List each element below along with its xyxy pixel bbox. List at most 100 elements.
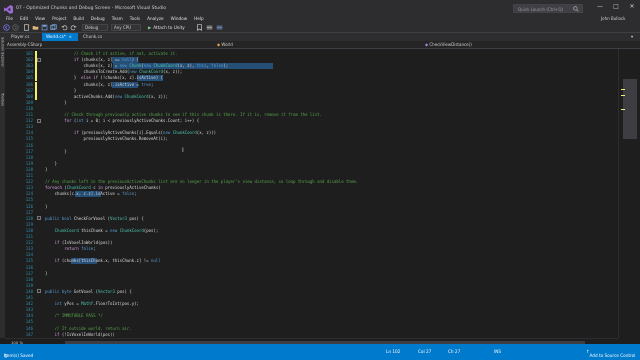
line-number-147: 147 xyxy=(25,331,33,337)
code-line[interactable]: if (chunks[thisChunk.x, thisChunk.z] != … xyxy=(45,258,161,263)
code-line[interactable]: chunksToCreate.Add(new ChunkCoord(x, z))… xyxy=(45,69,183,74)
line-number-111: 111 xyxy=(25,112,33,117)
close-tab-icon[interactable]: ✕ xyxy=(69,35,72,39)
line-number-118: 118 xyxy=(25,154,33,160)
line-number-123: 123 xyxy=(25,185,33,191)
line-number-136: 136 xyxy=(25,264,33,270)
add-to-source-control-button[interactable]: ↑ Add to Source Control xyxy=(586,349,635,359)
new-project-icon[interactable] xyxy=(23,24,30,31)
code-line[interactable]: foreach (ChunkCoord c in previouslyActiv… xyxy=(45,185,161,190)
code-line[interactable]: // Check through previously active chunk… xyxy=(45,112,322,117)
line-number-108: 108 xyxy=(25,93,33,99)
collapse-icon[interactable]: - xyxy=(37,216,41,221)
collapse-icon[interactable]: - xyxy=(37,118,41,123)
code-line[interactable]: return false; xyxy=(45,246,95,251)
line-number-104: 104 xyxy=(25,69,33,75)
code-editor[interactable]: 101 // Check if it active, if not, activ… xyxy=(5,49,618,338)
line-number-106: 106 xyxy=(25,81,33,87)
change-marker xyxy=(621,89,625,90)
search-icon xyxy=(573,6,579,12)
line-number-146: 146 xyxy=(25,325,33,331)
code-line[interactable]: chunks[x, z] = new Chunk(new ChunkCoord(… xyxy=(45,63,229,68)
status-bar: 🖫 Item(s) Saved Ln 102 Col 27 Ch 27 INS … xyxy=(0,344,640,360)
code-line[interactable]: chunks[x, z].isActive = true; xyxy=(45,82,154,87)
member-dropdown[interactable]: ◆ CheckViewDistance() xyxy=(425,42,625,48)
open-file-icon[interactable] xyxy=(32,24,39,31)
code-line[interactable]: } xyxy=(45,271,47,276)
quick-launch-input[interactable]: Quick Launch (Ctrl+Q) xyxy=(513,4,583,13)
comment-icon[interactable] xyxy=(206,24,213,31)
text-cursor-icon: I xyxy=(182,147,184,154)
vertical-scrollbar[interactable] xyxy=(618,49,640,338)
back-icon[interactable] xyxy=(3,24,10,31)
line-number-142: 142 xyxy=(25,301,33,307)
solution-explorer-tab[interactable]: Solution Explorer xyxy=(1,37,5,67)
code-line[interactable]: chunks[c.x, c.z].isActive = false; xyxy=(45,191,137,196)
code-line[interactable]: } xyxy=(45,167,47,172)
line-number-112: 112 xyxy=(25,118,33,124)
code-line[interactable]: } xyxy=(45,100,66,105)
tab-chunk-cs[interactable]: Chunk.cs xyxy=(79,33,115,41)
code-line[interactable]: } xyxy=(45,88,76,93)
play-icon: ▶ xyxy=(148,24,152,30)
tab-player-cs[interactable]: Player.cs xyxy=(7,33,41,41)
code-line[interactable]: } xyxy=(45,149,66,154)
bookmark-icon[interactable] xyxy=(196,24,203,31)
line-number-135: 135 xyxy=(25,258,33,264)
code-line[interactable]: previouslyActiveChunks.RemoveAt(i); xyxy=(45,136,168,141)
platform-select[interactable]: Any CPU xyxy=(111,24,141,31)
collapse-icon[interactable]: - xyxy=(37,57,41,62)
line-number-131: 131 xyxy=(25,234,33,239)
line-number-128: 128 xyxy=(25,215,33,221)
tab-world-cs[interactable]: World.cs* ✕ xyxy=(42,33,78,41)
code-line[interactable]: if (!IsVoxelInWorld(pos)) xyxy=(45,332,115,337)
minimize-button[interactable]: — xyxy=(596,3,604,11)
project-dropdown[interactable]: Assembly-CSharp xyxy=(7,42,207,48)
line-number-124: 124 xyxy=(25,191,33,197)
line-number-133: 133 xyxy=(25,246,33,252)
code-line[interactable]: ChunkCoord thisChunk = new ChunkCoord(po… xyxy=(45,228,159,233)
code-line[interactable]: } xyxy=(45,161,57,166)
code-line[interactable]: if (IsVoxelInWorld(pos)) xyxy=(45,240,113,245)
line-number-113: 113 xyxy=(25,124,33,130)
line-number-127: 127 xyxy=(25,209,33,215)
line-number-141: 141 xyxy=(25,295,33,300)
code-line[interactable]: } else if (!chunks[x, z].isActive) { xyxy=(45,75,163,80)
code-line[interactable]: for (int i = 0; i < previouslyActiveChun… xyxy=(45,118,199,123)
close-button[interactable]: ✕ xyxy=(628,3,636,11)
line-number-129: 129 xyxy=(25,221,33,227)
code-line[interactable]: public byte GetVoxel (Vector3 pos) { xyxy=(45,289,132,294)
quick-launch-placeholder: Quick Launch (Ctrl+Q) xyxy=(518,6,564,12)
class-dropdown[interactable]: ◆ World xyxy=(217,42,417,48)
forward-icon[interactable] xyxy=(12,24,19,31)
user-account[interactable]: John Bullock xyxy=(601,16,625,21)
document-tabs: Player.cs World.cs* ✕ Chunk.cs ▾ xyxy=(5,33,640,41)
save-all-icon[interactable] xyxy=(50,24,57,31)
code-line[interactable]: // Check if it active, if not, activate … xyxy=(45,51,178,56)
code-line[interactable]: public bool CheckForVoxel (Vector3 pos) … xyxy=(45,216,144,221)
undo-icon[interactable] xyxy=(61,24,68,31)
line-number-138: 138 xyxy=(25,276,33,282)
code-line[interactable]: int yPos = Mathf.FloorToInt(pos.y); xyxy=(45,301,139,306)
code-line[interactable]: activeChunks.Add(new ChunkCoord(x, z)); xyxy=(45,94,168,99)
attach-to-unity-button[interactable]: ▶ Attach to Unity xyxy=(148,25,185,30)
scrollbar-thumb[interactable] xyxy=(623,79,637,139)
code-line[interactable]: // If outside world, return air. xyxy=(45,326,132,331)
visual-studio-logo-icon xyxy=(4,5,13,14)
code-line[interactable]: if (chunks[x, z] == null) { xyxy=(45,57,139,62)
code-line[interactable]: } xyxy=(45,204,47,209)
redo-icon[interactable] xyxy=(70,24,77,31)
configuration-select[interactable]: Debug xyxy=(82,24,108,31)
line-number-137: 137 xyxy=(25,270,33,276)
uncomment-icon[interactable] xyxy=(216,24,223,31)
collapse-icon[interactable]: - xyxy=(37,289,41,294)
toolbox-tab[interactable]: Toolbox xyxy=(1,93,5,106)
code-line[interactable]: if (previouslyActiveChunks[i].Equals(new… xyxy=(45,130,216,135)
line-change-marker xyxy=(35,93,37,100)
save-icon[interactable] xyxy=(41,24,48,31)
code-line[interactable]: // Any chunks left in the previousActive… xyxy=(45,179,358,184)
tab-list-chevron-icon[interactable]: ▾ xyxy=(629,33,639,41)
line-number-139: 139 xyxy=(25,282,33,288)
code-line[interactable]: /* IMMUTABLE PASS */ xyxy=(45,313,103,318)
maximize-button[interactable]: □ xyxy=(612,3,620,11)
